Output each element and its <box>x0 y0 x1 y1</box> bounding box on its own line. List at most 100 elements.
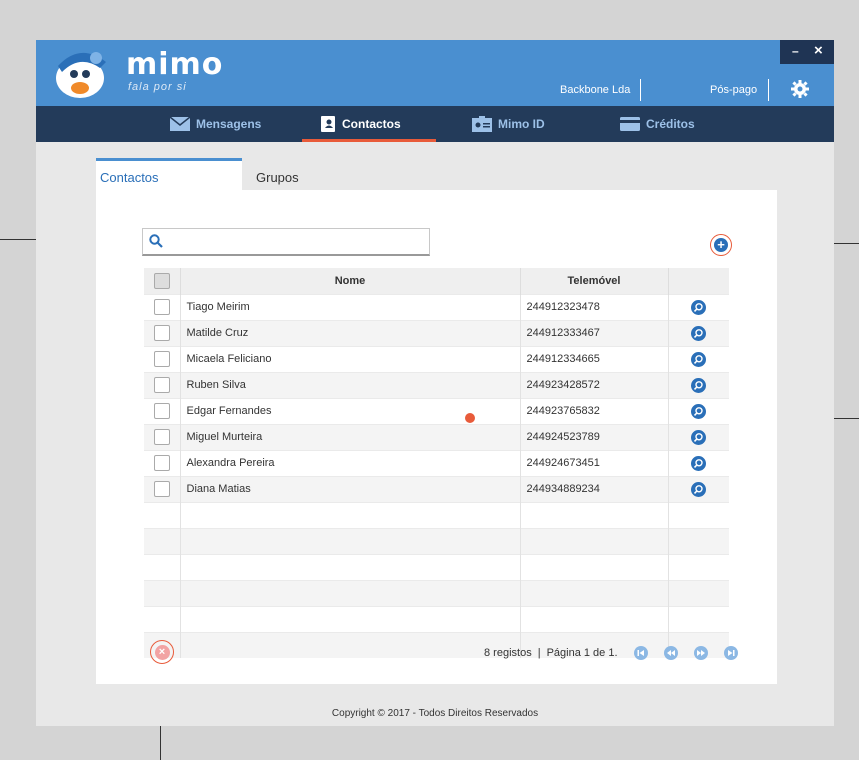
view-contact-button[interactable] <box>691 403 707 419</box>
row-checkbox[interactable] <box>153 481 170 497</box>
empty-cell <box>180 501 521 528</box>
search-icon <box>149 234 163 248</box>
table-body: Tiago Meirim 244912323478 Matilde Cruz 2449… <box>144 293 729 658</box>
row-actions-cell <box>668 319 729 346</box>
close-icon: × <box>154 644 170 660</box>
view-contact-button[interactable] <box>691 299 707 315</box>
row-select-cell <box>144 397 181 424</box>
nav-item-label: Mensagens <box>196 117 262 131</box>
table-row[interactable]: Edgar Fernandes 244923765832 <box>144 397 729 424</box>
view-contact-button[interactable] <box>691 455 707 471</box>
nav-item-label: Créditos <box>646 117 695 131</box>
magnifier-icon <box>694 484 703 494</box>
top-bar: mimo fala por si Backbone Lda Pós-pago –… <box>36 40 834 106</box>
gear-icon[interactable] <box>791 80 809 98</box>
table-row[interactable]: Miguel Murteira 244924523789 <box>144 423 729 450</box>
tab-bar: Contactos Grupos <box>96 158 776 190</box>
id-card-icon <box>472 116 492 132</box>
empty-cell <box>144 605 181 632</box>
magnifier-icon <box>694 406 703 416</box>
company-name: Backbone Lda <box>560 84 631 96</box>
empty-cell <box>668 501 729 528</box>
divider <box>640 79 641 101</box>
table-row[interactable]: Ruben Silva 244923428572 <box>144 371 729 398</box>
contact-name: Micaela Feliciano <box>180 345 521 372</box>
empty-cell <box>668 579 729 606</box>
plus-icon: + <box>714 238 728 252</box>
tab-groups[interactable]: Grupos <box>256 158 299 190</box>
table-row[interactable]: Micaela Feliciano 244912334665 <box>144 345 729 372</box>
active-nav-indicator <box>302 139 436 142</box>
row-actions-cell <box>668 449 729 476</box>
magnifier-icon <box>694 302 703 312</box>
empty-cell <box>180 579 521 606</box>
close-button[interactable]: × <box>814 42 823 59</box>
view-contact-button[interactable] <box>691 429 707 445</box>
last-page-button[interactable] <box>723 646 738 660</box>
row-checkbox[interactable] <box>153 403 170 419</box>
table-row[interactable]: Matilde Cruz 244912333467 <box>144 319 729 346</box>
row-checkbox[interactable] <box>153 429 170 445</box>
page-info: Página 1 de 1. <box>546 647 618 659</box>
next-page-button[interactable] <box>693 646 708 660</box>
select-all-checkbox[interactable] <box>153 272 170 289</box>
row-select-cell <box>144 293 181 320</box>
table-row[interactable]: Diana Matias 244934889234 <box>144 475 729 502</box>
search-box <box>142 228 430 256</box>
empty-cell <box>144 527 181 554</box>
contact-mobile: 244923428572 <box>520 371 669 398</box>
delete-button[interactable]: × <box>150 640 174 664</box>
empty-cell <box>520 501 669 528</box>
row-select-cell <box>144 345 181 372</box>
empty-table-row <box>144 579 729 606</box>
footer-copyright: Copyright © 2017 - Todos Direitos Reserv… <box>331 708 539 719</box>
contact-mobile: 244912334665 <box>520 345 669 372</box>
empty-table-row <box>144 605 729 632</box>
row-checkbox[interactable] <box>153 377 170 393</box>
contact-name: Tiago Meirim <box>180 293 521 320</box>
empty-cell <box>144 501 181 528</box>
search-input[interactable] <box>171 233 421 251</box>
first-page-button[interactable] <box>633 646 648 660</box>
view-contact-button[interactable] <box>691 481 707 497</box>
contact-name: Diana Matias <box>180 475 521 502</box>
pager-separator: | <box>537 647 541 659</box>
last-page-icon <box>727 650 735 656</box>
mascot-logo-icon <box>56 52 106 98</box>
view-contact-button[interactable] <box>691 351 707 367</box>
first-page-icon <box>637 650 644 656</box>
view-contact-button[interactable] <box>691 377 707 393</box>
tab-contacts[interactable]: Contactos <box>96 158 242 190</box>
nav-item-mimo-id[interactable]: Mimo ID <box>472 106 545 142</box>
column-header-mobile[interactable]: Telemóvel <box>520 268 669 294</box>
contact-mobile: 244924523789 <box>520 423 669 450</box>
contacts-panel: + Nome Telemóvel Tiago Meirim 24491232347… <box>96 190 777 684</box>
nav-item-credits[interactable]: Créditos <box>620 106 695 142</box>
column-header-name[interactable]: Nome <box>180 268 521 294</box>
magnifier-icon <box>694 354 703 364</box>
select-all-cell <box>144 268 181 294</box>
contact-mobile: 244923765832 <box>520 397 669 424</box>
empty-table-row <box>144 527 729 554</box>
empty-cell <box>668 605 729 632</box>
empty-cell <box>520 553 669 580</box>
nav-item-contacts[interactable]: Contactos <box>320 106 401 142</box>
previous-page-button[interactable] <box>663 646 678 660</box>
credit-card-icon <box>620 117 640 131</box>
row-checkbox[interactable] <box>153 351 170 367</box>
app-window: mimo fala por si Backbone Lda Pós-pago –… <box>36 40 834 726</box>
row-checkbox[interactable] <box>153 325 170 341</box>
table-row[interactable]: Tiago Meirim 244912323478 <box>144 293 729 320</box>
magnifier-icon <box>694 380 703 390</box>
minimize-button[interactable]: – <box>792 44 799 58</box>
view-contact-button[interactable] <box>691 325 707 341</box>
account-plan: Pós-pago <box>710 84 758 96</box>
row-checkbox[interactable] <box>153 299 170 315</box>
row-checkbox[interactable] <box>153 455 170 471</box>
contact-mobile: 244912333467 <box>520 319 669 346</box>
magnifier-icon <box>694 432 703 442</box>
row-actions-cell <box>668 397 729 424</box>
nav-item-messages[interactable]: Mensagens <box>170 106 261 142</box>
add-contact-button[interactable]: + <box>710 234 732 256</box>
table-row[interactable]: Alexandra Pereira 244924673451 <box>144 449 729 476</box>
